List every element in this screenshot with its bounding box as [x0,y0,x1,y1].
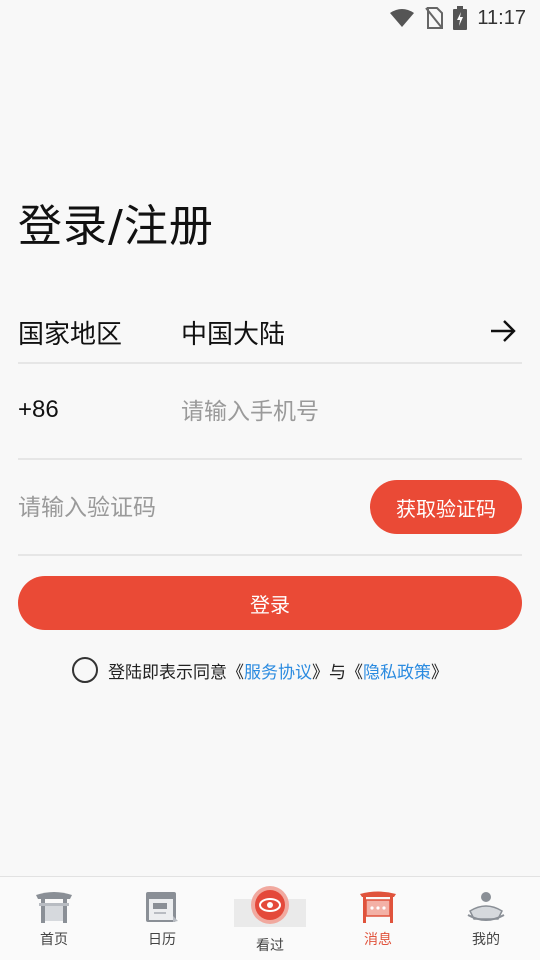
tab-home[interactable]: 首页 [0,877,108,960]
gate-icon [34,889,74,925]
quote-close: 》 [312,662,329,683]
agreement-prefix: 登陆即表示同意 [108,662,227,683]
profile-icon [466,889,506,925]
no-sim-icon [425,7,444,29]
region-row[interactable]: 国家地区 中国大陆 [18,296,522,364]
privacy-policy-link[interactable]: 隐私政策 [363,658,431,683]
clock: 11:17 [477,6,526,29]
quote-open: 《 [346,662,363,683]
tab-label: 消息 [364,932,392,948]
quote-open: 《 [227,662,244,683]
wifi-icon [390,9,415,27]
service-agreement-link[interactable]: 服务协议 [244,658,312,683]
quote-close: 》 [431,662,448,683]
message-board-icon [358,889,398,925]
phone-input[interactable] [181,392,511,432]
code-input[interactable] [18,488,348,528]
status-bar: 11:17 [0,0,540,36]
login-button[interactable]: 登录 [18,576,522,630]
tab-calendar[interactable]: 日历 [108,877,216,960]
phone-prefix[interactable]: +86 [18,396,59,424]
get-code-button[interactable]: 获取验证码 [370,480,522,534]
tab-watched[interactable]: 看过 [216,877,324,960]
tab-label: 看过 [256,938,284,954]
eye-icon [234,885,306,931]
calendar-icon [142,889,182,925]
agreement-checkbox[interactable] [72,657,98,683]
tab-profile[interactable]: 我的 [432,877,540,960]
tab-label: 日历 [148,932,176,948]
agreement-conjunction: 与 [329,662,346,683]
page-title: 登录/注册 [18,201,214,252]
tab-messages[interactable]: 消息 [324,877,432,960]
battery-charging-icon [453,6,468,30]
tab-label: 我的 [472,932,500,948]
agreement: 登陆即表示同意 《 服务协议 》 与 《 隐私政策 》 [72,656,448,684]
code-row: 获取验证码 [18,460,522,556]
arrow-right-icon[interactable] [488,316,518,346]
tab-label: 首页 [40,932,68,948]
region-value[interactable]: 中国大陆 [181,314,285,351]
bottom-tab-bar: 首页 日历 看过 消息 我的 [0,876,540,960]
phone-row: +86 [18,364,522,460]
region-label: 国家地区 [18,320,123,350]
